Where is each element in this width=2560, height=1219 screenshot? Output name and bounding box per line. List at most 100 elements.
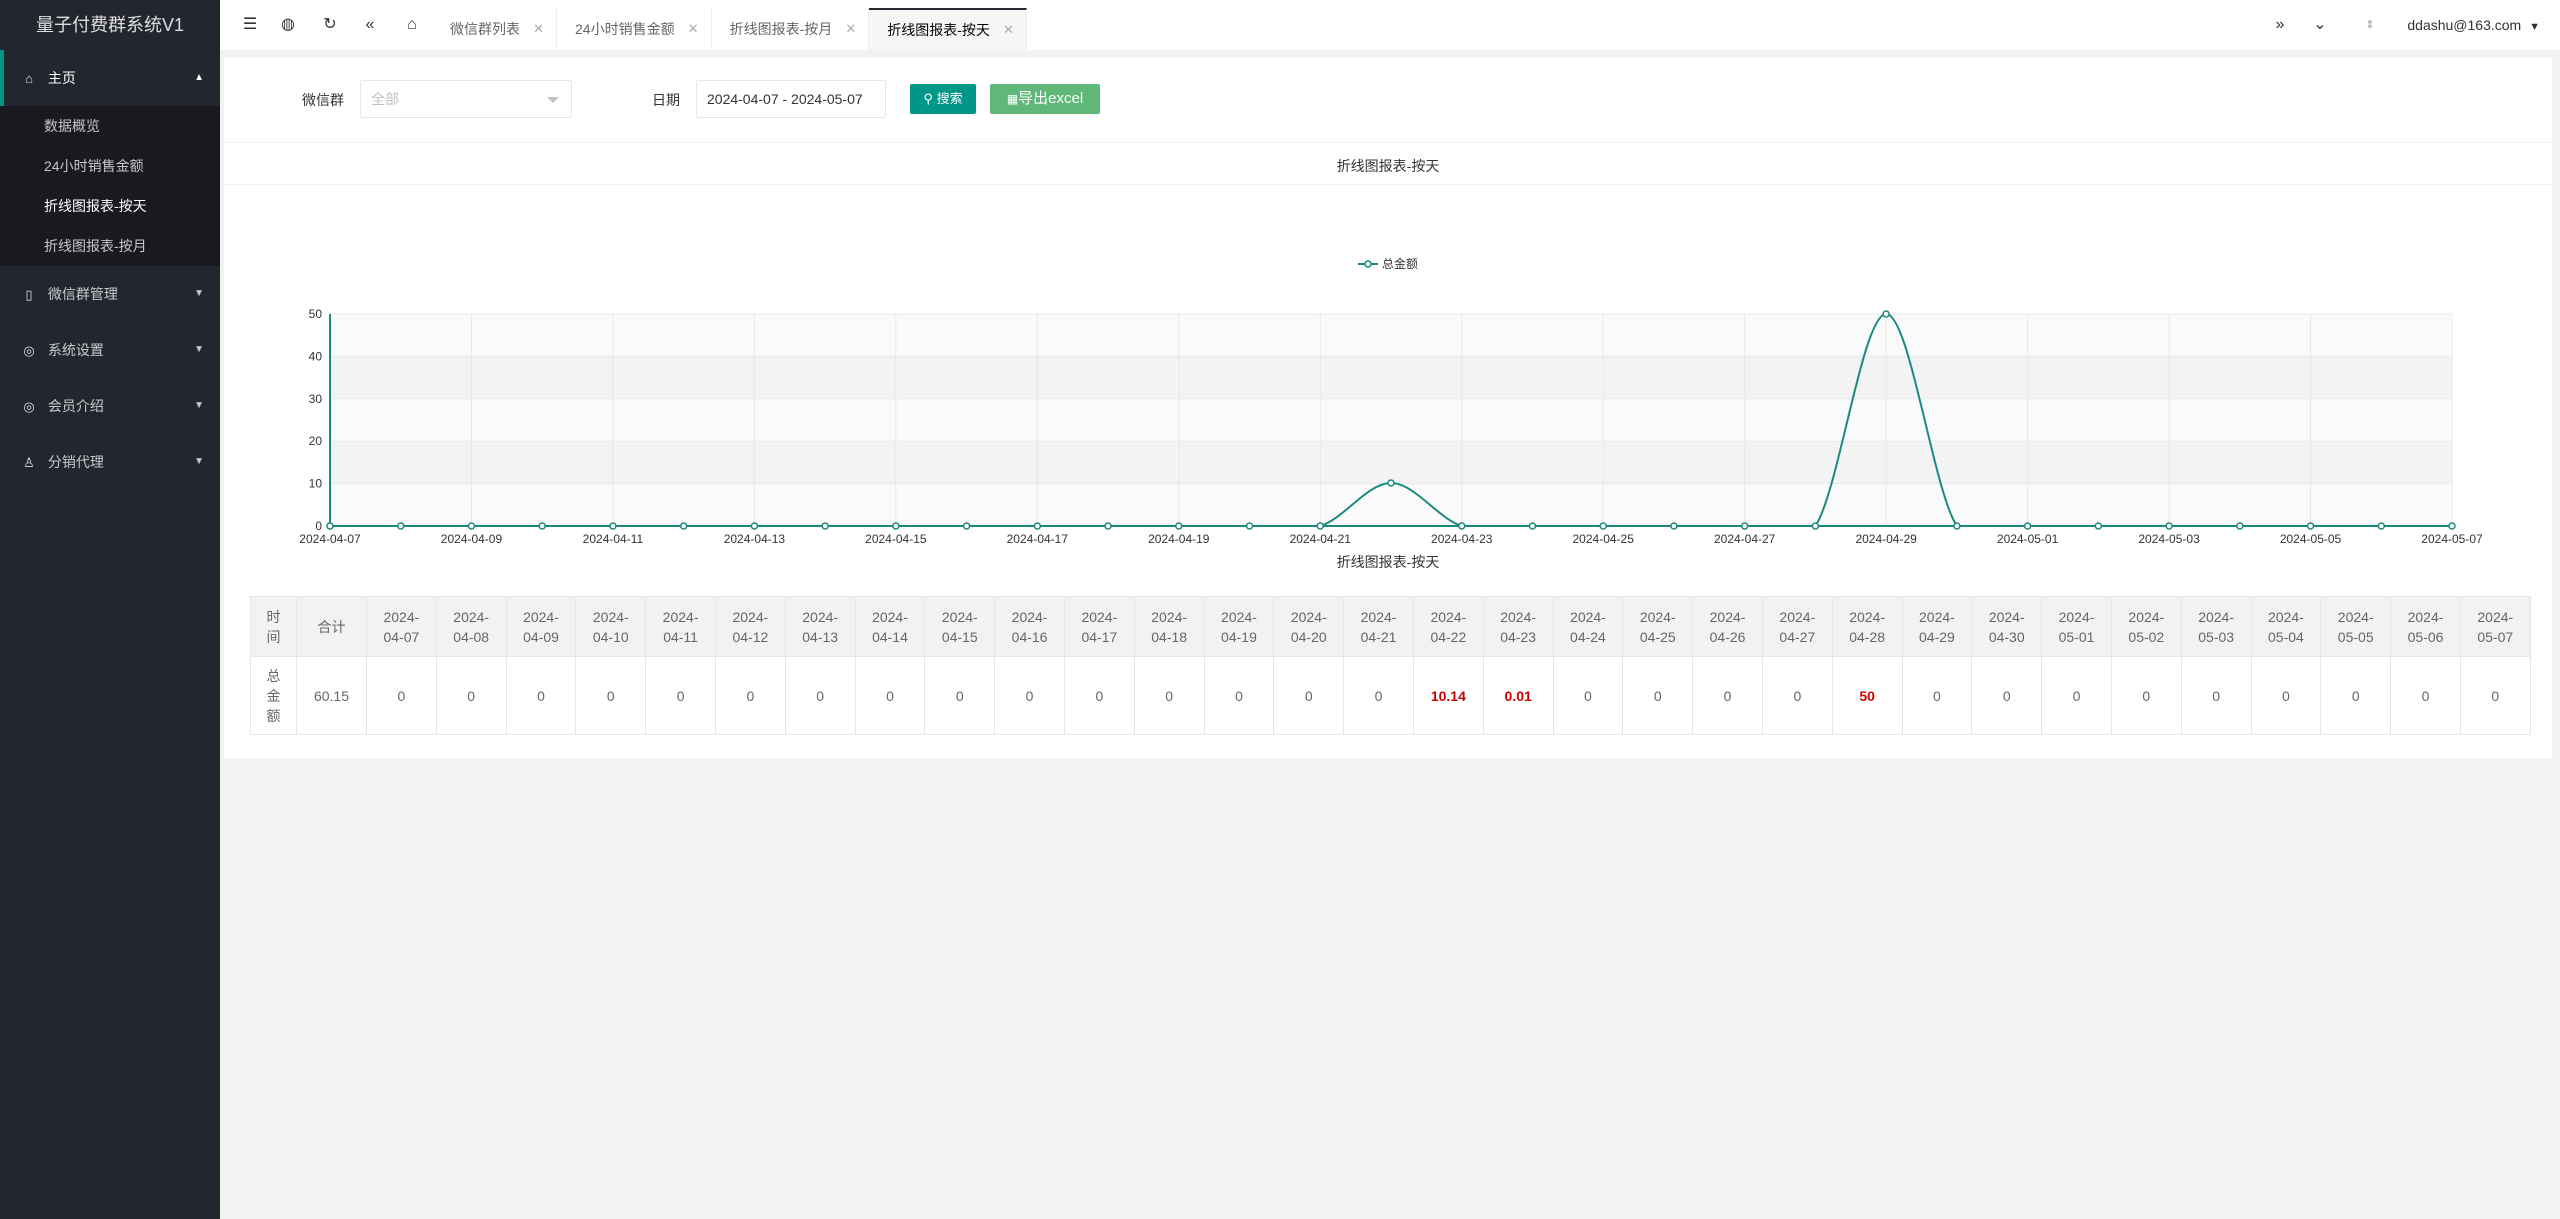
date-range-value: 2024-04-07 - 2024-05-07	[707, 91, 863, 107]
group-select[interactable]: 全部	[360, 80, 572, 118]
menu-toggle-icon[interactable]: ☰	[230, 0, 270, 50]
table-cell-value: 0	[714, 656, 786, 735]
chart-legend: 总金额	[1358, 256, 1418, 271]
line-chart: 0 10 20 30 40 50 2024-04-07 2024-04-09 2024-04-1…	[299, 256, 2483, 546]
close-icon[interactable]: ✕	[1003, 10, 1014, 50]
table-cell-value: 0	[2110, 656, 2182, 735]
globe-icon[interactable]: ◍	[268, 0, 308, 50]
close-icon[interactable]: ✕	[533, 8, 544, 50]
x-tick-label: 2024-05-03	[2138, 532, 2200, 546]
table-header-date: 2024- 04-27	[1761, 596, 1833, 657]
table-header-date: 2024- 05-06	[2390, 596, 2461, 657]
nav-home[interactable]: ⌂ 主页 ▲	[0, 50, 220, 106]
nav-group-label: 系统设置	[47, 342, 104, 358]
home-tab-icon[interactable]: ⌂	[392, 0, 432, 50]
app-logo-title: 量子付费群系统V1	[35, 15, 185, 35]
tab-line-daily[interactable]: 折线图报表-按天 ✕	[869, 8, 1027, 50]
table-cell-total: 60.15	[296, 656, 367, 735]
settings-icon: ◎	[23, 343, 35, 358]
nav-group-label: 会员介绍	[47, 398, 104, 414]
caret-up-icon: ▲	[194, 72, 204, 83]
x-tick-label: 2024-05-05	[2280, 532, 2342, 546]
search-button-label: 搜索	[936, 91, 963, 106]
data-point	[1033, 522, 1042, 530]
table-row-label: 总金额	[250, 656, 297, 735]
nav-member-intro[interactable]: ◎ 会员介绍 ▼	[0, 378, 220, 434]
nav-sub-line-daily[interactable]: 折线图报表-按天	[0, 186, 220, 226]
table-cell-value: 0	[854, 656, 926, 735]
data-point	[679, 522, 688, 530]
data-table: 时间合计 2024- 04-07 2024- 04-08 2024- 04-09 2024- 0…	[250, 596, 2531, 735]
data-point	[750, 522, 759, 530]
tab-label: 微信群列表	[450, 21, 520, 37]
user-menu[interactable]: ddashu@163.com ▼	[2407, 0, 2540, 50]
table-header-date: 2024- 04-07	[366, 596, 437, 657]
tab-wechat-group-list[interactable]: 微信群列表 ✕	[432, 8, 557, 50]
date-filter-label: 日期	[652, 92, 680, 108]
data-point	[962, 522, 971, 530]
table-cell-value: 0	[1203, 656, 1275, 735]
export-button-label: 导出excel	[1018, 90, 1084, 107]
data-point	[1528, 522, 1537, 530]
table-cell-value: 0	[2250, 656, 2322, 735]
table-title: 折线图报表-按天	[1336, 554, 1440, 570]
table-header-date: 2024- 05-07	[2459, 596, 2531, 657]
phone-icon: ▯	[25, 287, 33, 302]
chevron-down-icon[interactable]: ⌄	[2300, 0, 2340, 50]
data-point	[2306, 522, 2315, 530]
home-icon: ⌂	[25, 71, 33, 86]
chart-bands	[330, 314, 2452, 526]
tab-24h-sales[interactable]: 24小时销售金额 ✕	[557, 8, 712, 50]
x-tick-label: 2024-05-07	[2421, 532, 2483, 546]
table-cell-value: 0	[784, 656, 856, 735]
date-range-input[interactable]: 2024-04-07 - 2024-05-07	[696, 80, 886, 118]
export-excel-button[interactable]: ▦导出excel	[990, 84, 1100, 114]
refresh-icon[interactable]: ↻	[310, 0, 350, 50]
table-header-time: 时间	[250, 596, 297, 657]
tabs-scroll-right-icon[interactable]: »	[2260, 0, 2300, 50]
y-tick-label: 50	[309, 307, 323, 321]
nav-system-settings[interactable]: ◎ 系统设置 ▼	[0, 322, 220, 378]
table-cell-value: 0	[1273, 656, 1345, 735]
table-cell-value: 0	[1552, 656, 1624, 735]
nav-sub-line-monthly[interactable]: 折线图报表-按月	[0, 226, 220, 266]
search-icon: ⚲	[923, 91, 933, 106]
close-icon[interactable]: ✕	[688, 8, 699, 50]
data-point	[396, 522, 405, 530]
data-point	[1953, 522, 1961, 530]
table-cell-value: 0	[645, 656, 716, 735]
x-tick-label: 2024-04-25	[1573, 532, 1635, 546]
top-header: ☰ ◍ ↻ « ⌂ 微信群列表 ✕ 24小时销售金额 ✕ 折线图报表-按月 ✕ …	[220, 0, 2560, 50]
nav-distribution-agent[interactable]: ♙ 分销代理 ▼	[0, 434, 220, 490]
x-tick-label: 2024-04-15	[865, 532, 927, 546]
x-tick-label: 2024-04-27	[1714, 532, 1776, 546]
legend-label: 总金额	[1382, 256, 1418, 271]
main-panel: 微信群 全部 日期 2024-04-07 - 2024-05-07 ⚲ 搜索 ▦…	[224, 58, 2552, 758]
data-point	[1882, 310, 1890, 318]
data-point	[2377, 522, 2386, 530]
triangle-down-icon	[547, 97, 559, 103]
table-header-date: 2024- 04-20	[1273, 596, 1345, 657]
table-header-date: 2024- 04-30	[1971, 596, 2043, 657]
nav-wechat-group-mgmt[interactable]: ▯ 微信群管理 ▼	[0, 266, 220, 322]
nav-sub-24h-sales[interactable]: 24小时销售金额	[0, 146, 220, 186]
sort-icon[interactable]: ⇕	[2350, 0, 2390, 50]
data-point	[1457, 522, 1466, 530]
divider	[224, 184, 2552, 185]
table-header-date: 2024- 04-29	[1901, 596, 1973, 657]
data-point	[1245, 522, 1254, 530]
nav-sub-overview[interactable]: 数据概览	[0, 106, 220, 146]
table-header-date: 2024- 04-16	[994, 596, 1065, 657]
y-tick-label: 40	[309, 349, 323, 363]
table-header-date: 2024- 04-11	[645, 596, 716, 657]
table-header-date: 2024- 04-10	[575, 596, 647, 657]
search-button[interactable]: ⚲ 搜索	[910, 84, 976, 114]
tab-line-monthly[interactable]: 折线图报表-按月 ✕	[712, 8, 870, 50]
data-point	[821, 522, 829, 530]
close-icon[interactable]: ✕	[845, 8, 856, 50]
tab-label: 折线图报表-按月	[729, 21, 833, 37]
x-tick-label: 2024-04-09	[441, 532, 503, 546]
x-tick-label: 2024-04-21	[1290, 532, 1352, 546]
table-header-date: 2024- 04-18	[1133, 596, 1205, 657]
tabs-scroll-left-icon[interactable]: «	[350, 0, 390, 50]
